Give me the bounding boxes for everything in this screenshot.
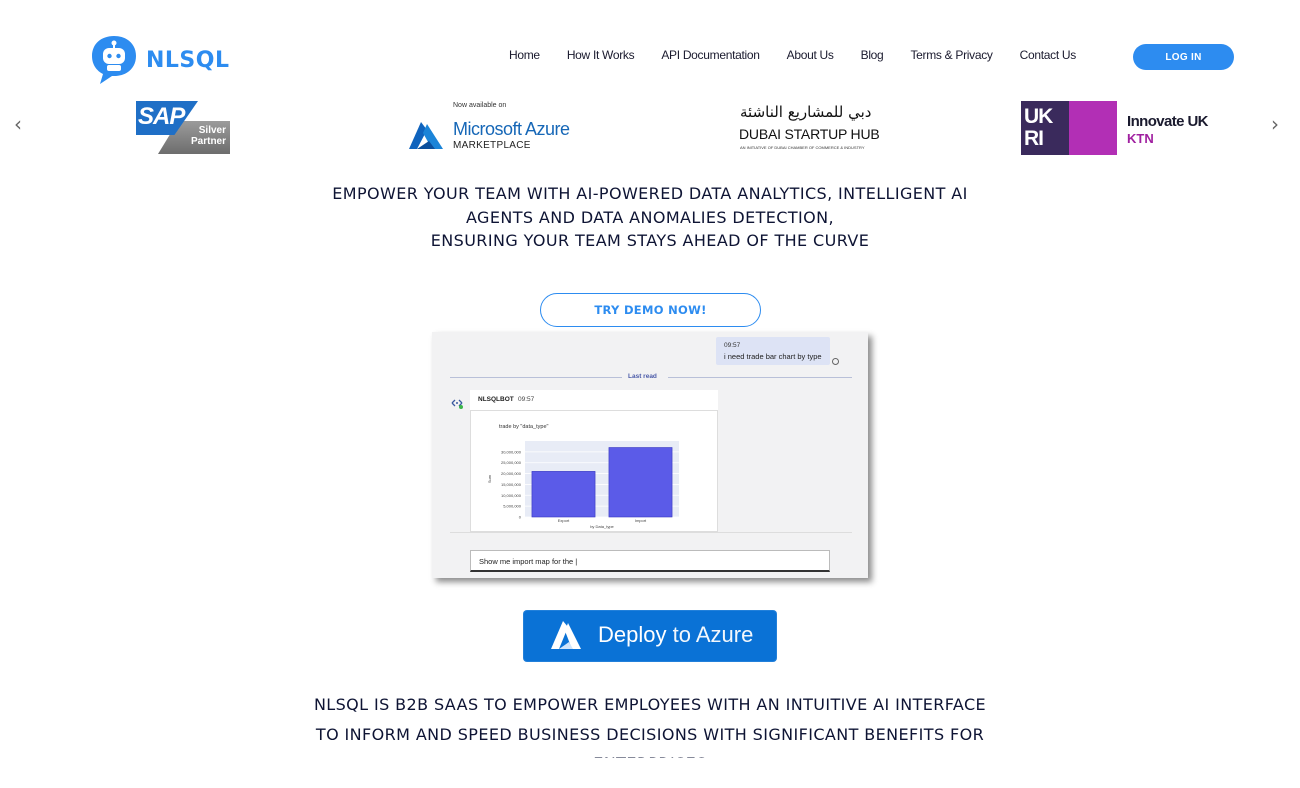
robot-chat-icon (92, 36, 136, 84)
headline-line2: Agents and Data Anomalies Detection, (465, 207, 835, 227)
azure-marketplace-text: MARKETPLACE (453, 140, 531, 151)
headline-line1: Empower your team with AI-powered data a… (332, 184, 968, 203)
sap-partner-logo[interactable]: Silver Partner SAP (136, 99, 231, 157)
sap-badge-line2: Partner (190, 136, 226, 147)
dubai-startup-hub-logo[interactable]: دبي للمشاريع الناشئة DUBAI STARTUP HUB A… (738, 99, 880, 157)
chart-container: trade by "data_type" 0 5,000,000 10,000,00… (470, 410, 718, 532)
divider-right (668, 377, 852, 378)
try-demo-button[interactable]: TRY DEMO NOW! (540, 293, 761, 327)
azure-icon (551, 621, 581, 649)
azure-name: Microsoft Azure (453, 119, 570, 139)
nav-how-it-works[interactable]: How It Works (567, 48, 635, 62)
y-tick-label: 0 (519, 515, 522, 520)
bot-name: NLSQLBOT (478, 396, 514, 403)
deploy-label-strong: Deploy (598, 622, 667, 647)
nav-api-documentation[interactable]: API Documentation (661, 48, 760, 62)
y-tick-label: 15,000,000 (501, 482, 522, 487)
azure-available-text: Now available on (453, 102, 507, 109)
innovate-uk-title: Innovate UK (1127, 113, 1209, 130)
ktn-text: KTN (1127, 131, 1154, 146)
bar-chart: 0 5,000,000 10,000,000 15,000,000 20,000,000… (487, 441, 679, 529)
y-tick-label: 10,000,000 (501, 493, 522, 498)
ukri-letters: UK RI (1024, 105, 1053, 150)
bot-time: 09:57 (518, 396, 535, 403)
login-button[interactable]: LOG IN (1133, 44, 1234, 70)
azure-marketplace-logo[interactable]: Now available on Microsoft Azure MARKETP… (405, 99, 590, 157)
nav-home[interactable]: Home (509, 48, 540, 62)
user-message-bubble: 09:57 i need trade bar chart by type (716, 337, 830, 365)
dubai-arabic-text: دبي للمشاريع الناشئة (740, 103, 872, 121)
tagline: NLSQL is B2B SaaS to empower employees w… (313, 695, 987, 758)
ukri-block: UK RI (1021, 101, 1069, 155)
bar-import (608, 447, 673, 518)
chevron-right-icon[interactable]: › (1271, 114, 1287, 134)
sap-badge-line1: Silver (198, 125, 226, 136)
y-tick-label: 5,000,000 (503, 504, 522, 509)
nav-blog[interactable]: Blog (861, 48, 884, 62)
hero-headline: Empower your team with AI-powered data a… (300, 182, 1000, 253)
bot-avatar-icon (451, 399, 463, 409)
last-read-label: Last read (628, 373, 657, 380)
dubai-sub-text: AN INITIATIVE OF DUBAI CHAMBER OF COMMER… (740, 145, 865, 150)
y-tick-label: 20,000,000 (501, 471, 522, 476)
bar-export (531, 471, 596, 518)
nav-terms-privacy[interactable]: Terms & Privacy (910, 48, 992, 62)
input-separator (450, 532, 852, 533)
y-tick-label: 30,000,000 (501, 449, 522, 454)
demo-chat-screenshot: 09:57 i need trade bar chart by type Las… (432, 332, 868, 578)
user-message-text: i need trade bar chart by type (724, 352, 822, 361)
x-tick-label: Import (635, 518, 647, 523)
x-tick-label: Export (558, 518, 570, 523)
headline-line3: ensuring your team stays ahead of the cu… (430, 231, 870, 250)
bot-message-card: NLSQLBOT 09:57 trade by "data_type" 0 5,0… (470, 390, 718, 532)
read-check-icon (832, 358, 839, 365)
chevron-left-icon[interactable]: ‹ (14, 114, 30, 134)
deploy-label: Deploy to Azure (598, 622, 753, 648)
main-nav: Home How It Works API Documentation Abou… (509, 48, 1076, 62)
y-tick-label: 25,000,000 (501, 460, 522, 465)
chat-input[interactable]: Show me import map for the | (470, 550, 830, 572)
deploy-label-light: to Azure (672, 622, 754, 647)
divider-left (450, 377, 622, 378)
user-message-time: 09:57 (724, 342, 741, 349)
innovate-uk-logo[interactable]: UK RI Innovate UK KTN (1021, 99, 1221, 157)
nav-about-us[interactable]: About Us (787, 48, 834, 62)
nav-contact-us[interactable]: Contact Us (1020, 48, 1077, 62)
sap-brand: SAP (138, 103, 185, 130)
x-axis-label: by Data_type (590, 524, 614, 529)
deploy-to-azure-button[interactable]: Deploy to Azure (523, 610, 777, 662)
logo-text: NLSQL (146, 47, 230, 73)
azure-icon (409, 122, 443, 149)
dubai-english-text: DUBAI STARTUP HUB (739, 126, 880, 142)
y-axis-label: Sum (487, 474, 492, 483)
logo[interactable]: NLSQL (90, 34, 230, 86)
ukri-accent-block (1069, 101, 1117, 155)
